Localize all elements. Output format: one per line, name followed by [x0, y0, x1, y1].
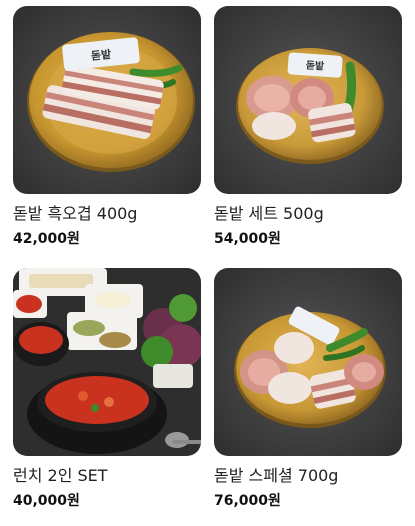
product-photo-special [214, 268, 402, 456]
product-name[interactable]: 돋밭 흑오겹 400g [13, 204, 201, 224]
product-image[interactable]: 돋밭 [13, 6, 201, 194]
product-photo-pork-belly: 돋밭 [13, 6, 201, 194]
product-price: 76,000원 [214, 493, 281, 509]
product-photo-lunch-set [13, 268, 201, 456]
product-photo-pork-set: 돋밭 [214, 6, 402, 194]
product-card[interactable]: 돋밭 돋밭 세트 500g 54,000원 [214, 6, 402, 248]
product-grid: 돋밭 돋밭 흑오겹 400g 42,000원 돋밭 돋밭 세트 500g 54,… [0, 0, 415, 526]
product-price: 40,000원 [13, 493, 80, 509]
product-card[interactable]: 돋밭 돋밭 흑오겹 400g 42,000원 [13, 6, 201, 248]
product-name[interactable]: 돋밭 스페셜 700g [214, 466, 402, 486]
product-price: 54,000원 [214, 231, 281, 247]
product-name[interactable]: 돋밭 세트 500g [214, 204, 402, 224]
product-price: 42,000원 [13, 231, 80, 247]
product-image[interactable] [214, 268, 402, 456]
product-card[interactable]: 돋밭 스페셜 700g 76,000원 [214, 268, 402, 510]
product-name[interactable]: 런치 2인 SET [13, 466, 201, 486]
product-image[interactable] [13, 268, 201, 456]
product-image-label: 돋밭 [90, 48, 111, 63]
product-image[interactable]: 돋밭 [214, 6, 402, 194]
product-card[interactable]: 런치 2인 SET 40,000원 [13, 268, 201, 510]
